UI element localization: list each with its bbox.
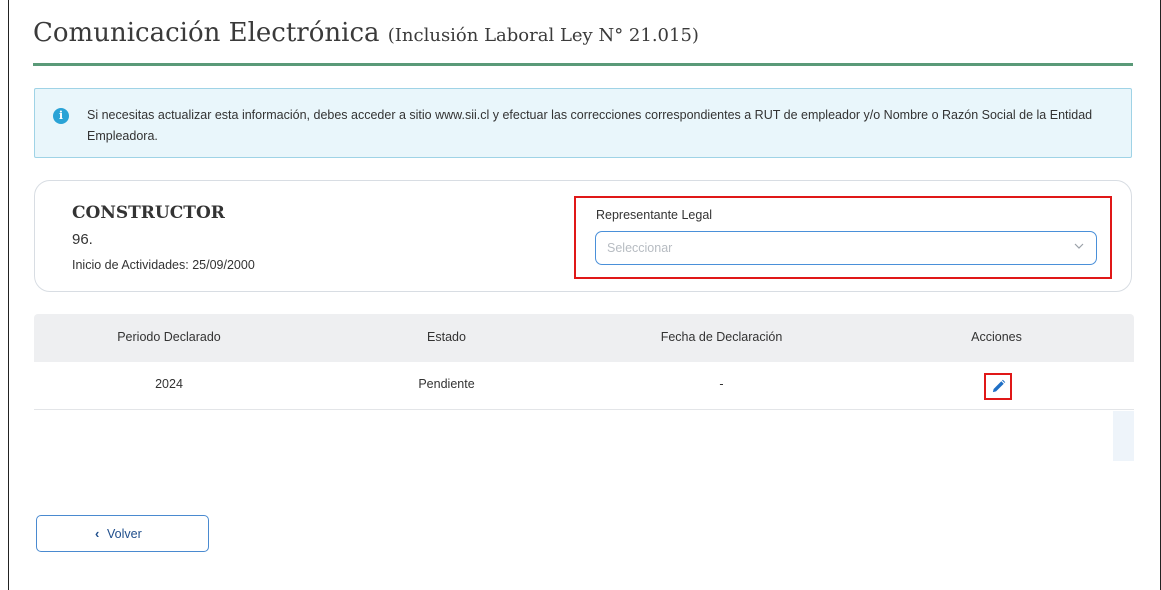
header-date: Fecha de Declaración	[660, 330, 783, 344]
cell-status: Pendiente	[418, 377, 475, 391]
alert-text: Si necesitas actualizar esta información…	[87, 108, 1093, 143]
edit-button[interactable]	[984, 373, 1012, 400]
page-title-main: Comunicación Electrónica	[33, 18, 380, 48]
table-header: Periodo Declarado Estado Fecha de Declar…	[34, 314, 1134, 362]
info-icon: i	[53, 108, 69, 124]
back-label: Volver	[107, 527, 142, 541]
chevron-down-icon	[1074, 240, 1084, 255]
declarations-table: Periodo Declarado Estado Fecha de Declar…	[34, 314, 1134, 410]
back-button[interactable]: ‹ Volver	[36, 515, 209, 552]
header-actions: Acciones	[971, 330, 1022, 344]
representative-label: Representante Legal	[596, 208, 713, 222]
representative-select[interactable]: Seleccionar	[595, 231, 1097, 265]
header-period: Periodo Declarado	[117, 330, 221, 344]
representative-highlight: Representante Legal Seleccionar	[574, 196, 1112, 279]
company-card: CONSTRUCTOR 96. Inicio de Actividades: 2…	[34, 180, 1132, 292]
cell-period: 2024	[155, 377, 183, 391]
scroll-strip	[1113, 411, 1134, 461]
info-alert: i Si necesitas actualizar esta informaci…	[34, 88, 1132, 158]
page-title: Comunicación Electrónica (Inclusión Labo…	[33, 18, 699, 48]
pencil-icon	[992, 379, 1006, 393]
company-start-date: Inicio de Actividades: 25/09/2000	[72, 258, 255, 272]
page-subtitle: (Inclusión Laboral Ley N° 21.015)	[387, 25, 699, 46]
header-status: Estado	[427, 330, 466, 344]
cell-date: -	[719, 377, 724, 391]
company-name: CONSTRUCTOR	[72, 203, 225, 223]
chevron-left-icon: ‹	[95, 526, 100, 541]
table-row: 2024 Pendiente -	[34, 362, 1134, 410]
representative-placeholder: Seleccionar	[607, 241, 673, 255]
company-rut: 96.	[72, 231, 93, 248]
title-divider	[33, 63, 1133, 66]
